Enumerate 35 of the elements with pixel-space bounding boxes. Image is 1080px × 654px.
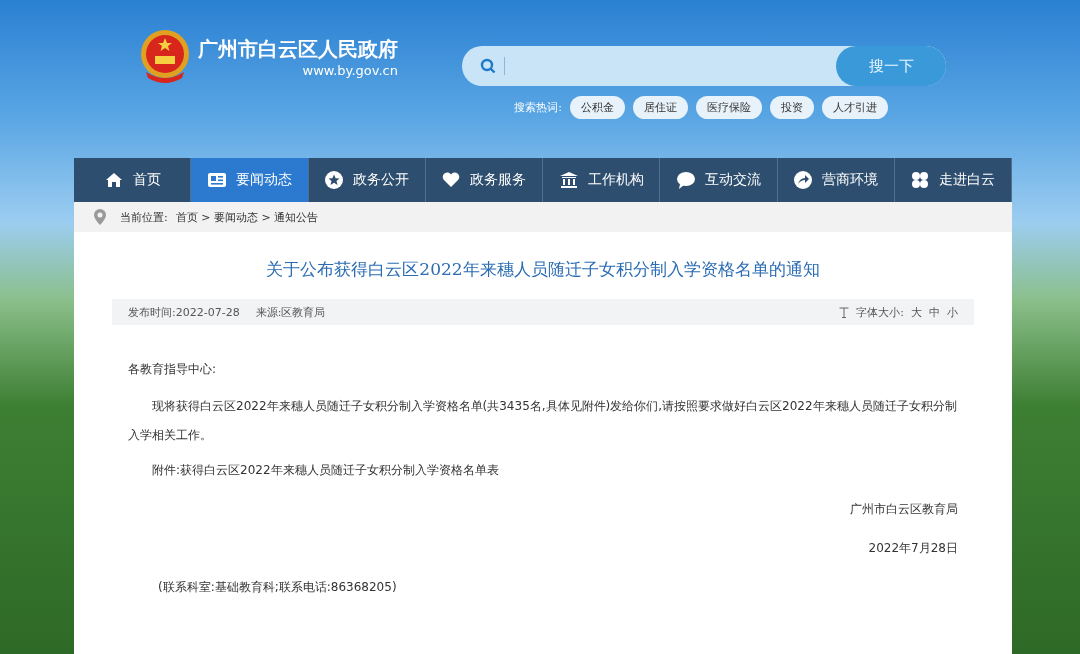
body-paragraph: 现将获得白云区2022年来穗人员随迁子女积分制入学资格名单(共3435名,具体见附件)发给你们,请按照要求做好白云区2022年来穗人员随迁子女积分制入学相关工作。 [128,398,958,444]
nav-icon [793,170,814,190]
font-size-option[interactable]: 小 [947,304,958,320]
emblem-icon [138,28,192,86]
nav-icon [324,170,345,190]
publish-date: 发布时间:2022-07-28 [128,304,240,320]
hot-word-tag[interactable]: 医疗保险 [696,96,762,119]
text-size-icon [839,306,850,318]
breadcrumb-path[interactable]: 首页 > 要闻动态 > 通知公告 [175,209,319,225]
article-source: 来源:区教育局 [255,304,326,320]
search-icon [480,58,496,74]
body-paragraph: 附件:获得白云区2022年来穗人员随迁子女积分制入学资格名单表 [151,462,500,479]
contact-text: (联系科室:基础教育科;联系电话:86368205) [158,579,398,596]
hot-word-tag[interactable]: 人才引进 [822,96,888,119]
location-pin-icon [94,209,106,225]
font-size-option[interactable]: 中 [929,304,940,320]
hot-word-tag[interactable]: 居住证 [633,96,688,119]
article-title: 关于公布获得白云区2022年来穗人员随迁子女积分制入学资格名单的通知 [265,258,821,281]
hot-word-tag[interactable]: 公积金 [570,96,625,119]
nav-icon [441,170,462,190]
font-size-label: 字体大小: [856,304,904,320]
nav-icon [558,170,579,190]
nav-icon [910,170,931,190]
nav-icon [206,170,227,190]
greeting-text: 各教育指导中心: [128,361,218,378]
breadcrumb-label: 当前位置: [120,209,168,225]
sign-date: 2022年7月28日 [867,540,958,557]
nav-icon [675,170,696,190]
signature-text: 广州市白云区教育局 [849,501,958,518]
hot-word-tag[interactable]: 投资 [770,96,814,119]
nav-tab[interactable]: 要闻动态 [191,158,309,202]
hot-words-label: 搜索热词: [514,100,562,115]
site-domain: www.by.gov.cn [302,63,398,78]
font-size-option[interactable]: 大 [911,304,922,320]
site-title: 广州市白云区人民政府 [198,36,398,63]
